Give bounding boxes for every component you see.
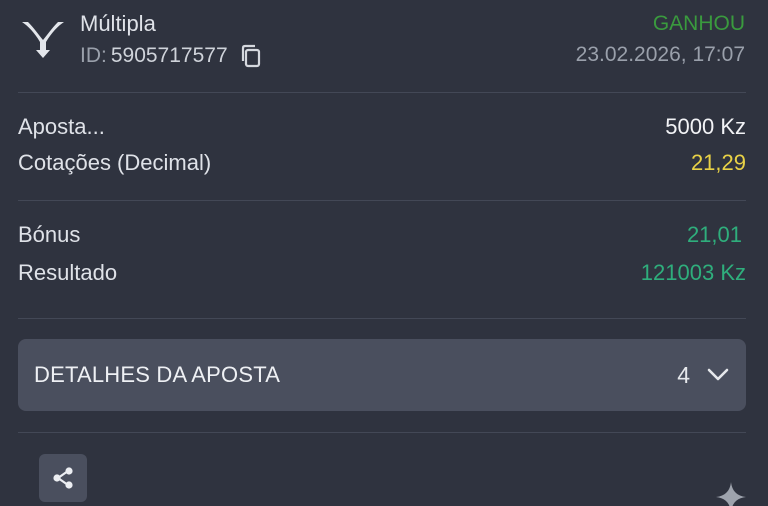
bonus-row: Bónus 21,01 [18, 220, 746, 250]
stake-value: 5000 Kz [665, 114, 746, 139]
bonus-label: Bónus [18, 222, 81, 247]
bet-header: Múltipla ID: 5905717577 GANHOU 23.02.202… [0, 0, 768, 92]
bet-details-label: DETALHES DA APOSTA [34, 362, 281, 387]
odds-value: 21,29 [690, 150, 746, 175]
multiple-bet-icon [22, 22, 64, 58]
divider [18, 92, 746, 93]
bet-card: Múltipla ID: 5905717577 GANHOU 23.02.202… [0, 0, 768, 506]
bet-id-value: 5905717577 [110, 44, 228, 67]
odds-row: Cotações (Decimal) 21,29 [18, 148, 746, 178]
bet-type-label: Múltipla [80, 11, 156, 36]
bet-details-meta: 4 [677, 362, 730, 389]
bet-id-label: ID: [80, 44, 107, 67]
divider [18, 318, 746, 319]
result-label: Resultado [18, 260, 118, 285]
copy-icon[interactable] [240, 44, 262, 68]
divider [18, 200, 746, 201]
odds-label: Cotações (Decimal) [18, 150, 212, 175]
stake-row: Aposta... 5000 Kz [18, 112, 746, 142]
chevron-down-icon [707, 368, 729, 381]
bet-status: GANHOU [652, 12, 745, 35]
bet-id: ID: 5905717577 [80, 44, 262, 68]
bonus-value: 21,01 [686, 222, 742, 247]
sparkle-icon [716, 482, 746, 506]
bet-details-toggle[interactable]: DETALHES DA APOSTA 4 [18, 339, 746, 411]
selections-count: 4 [677, 361, 690, 388]
divider [18, 432, 746, 433]
share-icon [53, 467, 73, 489]
bet-datetime: 23.02.2026, 17:07 [575, 43, 745, 66]
stake-label: Aposta... [18, 114, 105, 139]
share-button[interactable] [39, 454, 87, 502]
result-value: 121003 Kz [640, 260, 746, 285]
result-row: Resultado 121003 Kz [18, 258, 746, 288]
